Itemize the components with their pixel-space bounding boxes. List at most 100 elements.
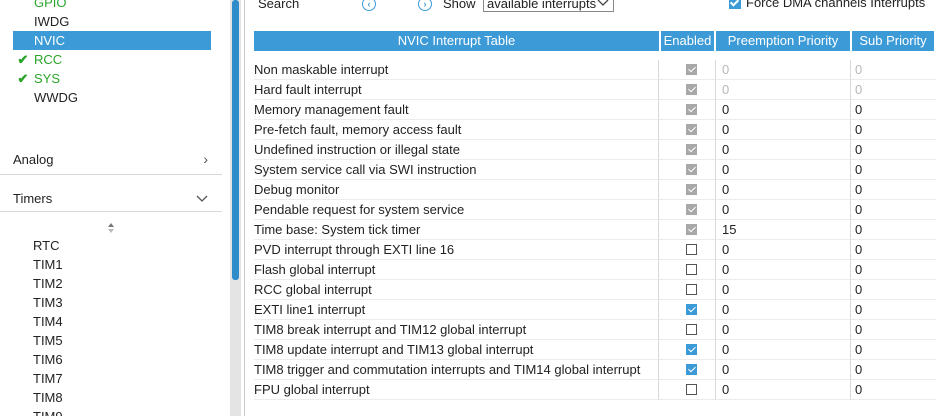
preemption-priority-value[interactable]: 0 bbox=[716, 280, 851, 300]
interrupt-name: Time base: System tick timer bbox=[254, 220, 659, 240]
table-row[interactable]: Non maskable interrupt 0 0 bbox=[254, 60, 936, 80]
timer-item-rtc[interactable]: RTC bbox=[33, 236, 59, 255]
enabled-checkbox[interactable] bbox=[686, 384, 697, 395]
enabled-cell bbox=[659, 380, 716, 400]
timer-item-tim7[interactable]: TIM7 bbox=[33, 369, 63, 388]
enabled-checkbox bbox=[686, 144, 697, 155]
enabled-cell bbox=[659, 120, 716, 140]
timer-item-tim9[interactable]: TIM9 bbox=[33, 407, 63, 416]
preemption-priority-value[interactable]: 0 bbox=[716, 240, 851, 260]
sub-priority-value[interactable]: 0 bbox=[851, 220, 936, 240]
preemption-priority-value[interactable]: 0 bbox=[716, 260, 851, 280]
sidebar-item-label: NVIC bbox=[34, 33, 66, 48]
enabled-checkbox[interactable] bbox=[686, 304, 697, 315]
header-enabled[interactable]: Enabled bbox=[661, 31, 716, 51]
sidebar-item-label: SYS bbox=[34, 71, 61, 86]
table-row[interactable]: Memory management fault 0 0 bbox=[254, 100, 936, 120]
sidebar-item-nvic[interactable]: NVIC bbox=[13, 31, 211, 50]
preemption-priority-value[interactable]: 0 bbox=[716, 140, 851, 160]
sidebar-item-iwdg[interactable]: IWDG bbox=[13, 12, 211, 31]
table-row[interactable]: FPU global interrupt 0 0 bbox=[254, 380, 936, 400]
table-row[interactable]: Hard fault interrupt 0 0 bbox=[254, 80, 936, 100]
table-row[interactable]: TIM8 update interrupt and TIM13 global i… bbox=[254, 340, 936, 360]
category-timers[interactable]: Timers bbox=[0, 186, 222, 210]
chevron-right-icon: › bbox=[203, 151, 208, 167]
sub-priority-value[interactable]: 0 bbox=[851, 100, 936, 120]
show-filter-select[interactable]: available interrupts bbox=[483, 0, 614, 12]
sort-icon[interactable] bbox=[104, 222, 118, 234]
search-previous-icon[interactable]: ‹ bbox=[362, 0, 376, 11]
sidebar-item-gpio[interactable]: GPIO bbox=[13, 0, 211, 12]
header-sub-priority[interactable]: Sub Priority bbox=[852, 31, 934, 51]
timer-item-tim6[interactable]: TIM6 bbox=[33, 350, 63, 369]
divider bbox=[0, 174, 222, 175]
table-row[interactable]: Flash global interrupt 0 0 bbox=[254, 260, 936, 280]
sub-priority-value[interactable]: 0 bbox=[851, 340, 936, 360]
enabled-checkbox[interactable] bbox=[686, 324, 697, 335]
table-row[interactable]: TIM8 break interrupt and TIM12 global in… bbox=[254, 320, 936, 340]
sidebar-item-wwdg[interactable]: WWDG bbox=[13, 88, 211, 107]
category-analog[interactable]: Analog › bbox=[0, 147, 222, 171]
sub-priority-value[interactable]: 0 bbox=[851, 120, 936, 140]
table-row[interactable]: Time base: System tick timer 15 0 bbox=[254, 220, 936, 240]
timer-item-tim5[interactable]: TIM5 bbox=[33, 331, 63, 350]
timer-item-tim2[interactable]: TIM2 bbox=[33, 274, 63, 293]
table-row[interactable]: PVD interrupt through EXTI line 16 0 0 bbox=[254, 240, 936, 260]
sub-priority-value[interactable]: 0 bbox=[851, 160, 936, 180]
timer-item-tim8[interactable]: TIM8 bbox=[33, 388, 63, 407]
interrupt-name: PVD interrupt through EXTI line 16 bbox=[254, 240, 659, 260]
preemption-priority-value[interactable]: 0 bbox=[716, 120, 851, 140]
search-next-icon[interactable]: › bbox=[418, 0, 432, 11]
enabled-checkbox[interactable] bbox=[686, 264, 697, 275]
preemption-priority-value: 0 bbox=[716, 80, 851, 100]
interrupt-name: Pendable request for system service bbox=[254, 200, 659, 220]
preemption-priority-value[interactable]: 0 bbox=[716, 300, 851, 320]
table-row[interactable]: RCC global interrupt 0 0 bbox=[254, 280, 936, 300]
force-dma-checkbox[interactable] bbox=[729, 0, 741, 9]
enabled-cell bbox=[659, 360, 716, 380]
table-row[interactable]: Debug monitor 0 0 bbox=[254, 180, 936, 200]
sidebar-item-rcc[interactable]: ✔ RCC bbox=[13, 50, 211, 69]
preemption-priority-value[interactable]: 0 bbox=[716, 380, 851, 400]
sidebar-item-sys[interactable]: ✔ SYS bbox=[13, 69, 211, 88]
preemption-priority-value[interactable]: 0 bbox=[716, 320, 851, 340]
sub-priority-value: 0 bbox=[851, 60, 936, 80]
sub-priority-value[interactable]: 0 bbox=[851, 380, 936, 400]
sub-priority-value[interactable]: 0 bbox=[851, 200, 936, 220]
preemption-priority-value[interactable]: 0 bbox=[716, 100, 851, 120]
timer-item-tim1[interactable]: TIM1 bbox=[33, 255, 63, 274]
preemption-priority-value[interactable]: 0 bbox=[716, 180, 851, 200]
check-icon: ✔ bbox=[17, 51, 29, 67]
header-interrupt-table[interactable]: NVIC Interrupt Table bbox=[254, 31, 661, 51]
table-row[interactable]: Pre-fetch fault, memory access fault 0 0 bbox=[254, 120, 936, 140]
preemption-priority-value[interactable]: 0 bbox=[716, 340, 851, 360]
preemption-priority-value[interactable]: 0 bbox=[716, 360, 851, 380]
timer-item-tim4[interactable]: TIM4 bbox=[33, 312, 63, 331]
sub-priority-value[interactable]: 0 bbox=[851, 240, 936, 260]
sub-priority-value[interactable]: 0 bbox=[851, 300, 936, 320]
enabled-checkbox[interactable] bbox=[686, 244, 697, 255]
table-row[interactable]: TIM8 trigger and commutation interrupts … bbox=[254, 360, 936, 380]
preemption-priority-value[interactable]: 15 bbox=[716, 220, 851, 240]
table-row[interactable]: Undefined instruction or illegal state 0 0 bbox=[254, 140, 936, 160]
table-row[interactable]: System service call via SWI instruction 0… bbox=[254, 160, 936, 180]
sub-priority-value[interactable]: 0 bbox=[851, 180, 936, 200]
sub-priority-value[interactable]: 0 bbox=[851, 280, 936, 300]
table-row[interactable]: Pendable request for system service 0 0 bbox=[254, 200, 936, 220]
sub-priority-value[interactable]: 0 bbox=[851, 140, 936, 160]
timer-item-tim3[interactable]: TIM3 bbox=[33, 293, 63, 312]
enabled-cell bbox=[659, 80, 716, 100]
sidebar-scrollbar-thumb[interactable] bbox=[232, 0, 239, 280]
table-row[interactable]: EXTI line1 interrupt 0 0 bbox=[254, 300, 936, 320]
preemption-priority-value[interactable]: 0 bbox=[716, 200, 851, 220]
enabled-checkbox[interactable] bbox=[686, 284, 697, 295]
enabled-checkbox[interactable] bbox=[686, 344, 697, 355]
sub-priority-value[interactable]: 0 bbox=[851, 360, 936, 380]
sub-priority-value[interactable]: 0 bbox=[851, 320, 936, 340]
force-dma-option[interactable]: Force DMA channels Interrupts bbox=[729, 0, 925, 10]
preemption-priority-value[interactable]: 0 bbox=[716, 160, 851, 180]
enabled-checkbox bbox=[686, 64, 697, 75]
enabled-checkbox[interactable] bbox=[686, 364, 697, 375]
header-preemption-priority[interactable]: Preemption Priority bbox=[716, 31, 852, 51]
sub-priority-value[interactable]: 0 bbox=[851, 260, 936, 280]
